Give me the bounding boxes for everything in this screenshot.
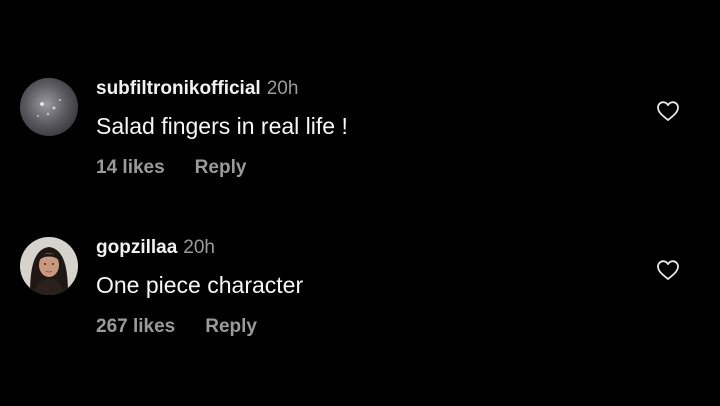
likes-count[interactable]: 267 likes bbox=[96, 316, 175, 337]
comment-item: gopzillaa 20h One piece character 267 lik… bbox=[0, 0, 720, 406]
comment-username[interactable]: gopzillaa bbox=[96, 237, 177, 258]
reply-button[interactable]: Reply bbox=[205, 316, 257, 337]
comment-text: One piece character bbox=[96, 272, 304, 298]
avatar-image bbox=[20, 237, 78, 295]
avatar[interactable] bbox=[20, 237, 78, 295]
comment-meta: 267 likes Reply bbox=[96, 316, 257, 338]
comment-time: 20h bbox=[183, 237, 215, 258]
heart-outline-icon[interactable] bbox=[656, 259, 680, 281]
comment-header: gopzillaa 20h bbox=[96, 237, 215, 259]
